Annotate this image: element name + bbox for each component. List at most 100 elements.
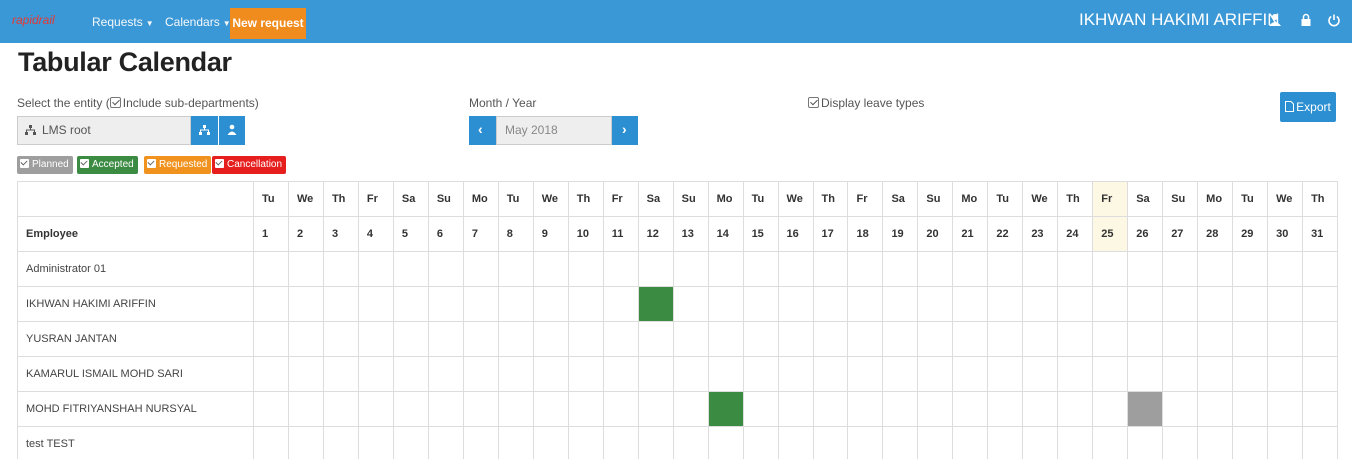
calendar-day-cell[interactable] [1092,426,1129,459]
calendar-day-cell[interactable] [917,356,954,392]
calendar-day-cell[interactable] [462,286,499,322]
calendar-day-cell[interactable] [1302,356,1339,392]
calendar-day-cell[interactable] [917,286,954,322]
calendar-day-cell[interactable] [462,391,499,427]
calendar-day-cell[interactable] [707,426,744,459]
calendar-day-cell[interactable] [847,391,884,427]
entity-field[interactable]: LMS root [17,116,191,145]
calendar-day-cell[interactable] [637,356,674,392]
calendar-day-cell[interactable] [322,321,359,357]
calendar-day-cell[interactable] [357,426,394,459]
calendar-day-cell[interactable] [253,286,289,322]
calendar-day-cell[interactable] [777,286,814,322]
calendar-day-cell[interactable] [742,356,779,392]
calendar-day-cell[interactable] [672,251,709,287]
calendar-day-cell[interactable] [287,391,324,427]
calendar-day-cell[interactable] [777,356,814,392]
calendar-day-cell[interactable] [497,356,534,392]
calendar-day-cell[interactable] [672,321,709,357]
calendar-day-cell[interactable] [427,356,464,392]
calendar-day-cell[interactable] [1162,391,1199,427]
calendar-day-cell[interactable] [672,391,709,427]
calendar-day-cell[interactable] [1022,391,1059,427]
calendar-day-cell[interactable] [253,321,289,357]
calendar-day-cell[interactable] [1092,356,1129,392]
calendar-day-cell[interactable] [1022,321,1059,357]
month-year-input[interactable]: May 2018 [496,116,612,145]
calendar-day-cell[interactable] [1022,356,1059,392]
calendar-day-cell[interactable] [253,356,289,392]
calendar-day-cell[interactable] [1267,426,1304,459]
calendar-day-cell[interactable] [1197,251,1234,287]
calendar-day-cell[interactable] [497,251,534,287]
calendar-day-cell[interactable] [322,286,359,322]
legend-planned[interactable]: Planned [17,156,73,174]
calendar-day-cell[interactable] [567,321,604,357]
calendar-day-cell[interactable] [1232,426,1269,459]
employee-name[interactable]: MOHD FITRIYANSHAH NURSYAL [17,391,254,427]
calendar-day-cell[interactable] [357,286,394,322]
select-employees-button[interactable] [219,116,245,145]
calendar-day-cell[interactable] [253,391,289,427]
calendar-day-cell[interactable] [1267,356,1304,392]
calendar-day-cell[interactable] [427,251,464,287]
lock-icon[interactable] [1299,13,1313,27]
calendar-day-cell[interactable] [1302,286,1339,322]
calendar-day-cell[interactable] [462,426,499,459]
calendar-day-cell[interactable] [882,321,919,357]
calendar-day-cell[interactable] [427,286,464,322]
calendar-day-cell[interactable] [637,426,674,459]
calendar-day-cell[interactable] [602,286,639,322]
user-name[interactable]: IKHWAN HAKIMI ARIFFIN [1079,10,1280,30]
brand-logo[interactable]: rapidrail [12,13,55,27]
calendar-day-cell[interactable] [812,321,849,357]
requests-menu[interactable]: Requests ▼ [92,15,154,29]
calendar-day-cell[interactable] [1232,251,1269,287]
calendar-day-cell[interactable] [427,391,464,427]
calendar-day-cell[interactable] [497,391,534,427]
calendar-day-cell[interactable] [602,426,639,459]
calendar-day-cell[interactable] [532,321,569,357]
calendar-day-cell[interactable] [1057,321,1094,357]
export-button[interactable]: Export [1280,92,1336,122]
calendar-day-cell[interactable] [987,391,1024,427]
user-icon[interactable] [1268,13,1282,27]
leave-cell-planned[interactable] [1127,391,1164,427]
calendar-day-cell[interactable] [1232,356,1269,392]
calendar-day-cell[interactable] [1232,391,1269,427]
calendar-day-cell[interactable] [1197,286,1234,322]
calendar-day-cell[interactable] [322,251,359,287]
calendar-day-cell[interactable] [917,426,954,459]
calendar-day-cell[interactable] [1267,391,1304,427]
calendar-day-cell[interactable] [567,286,604,322]
calendar-day-cell[interactable] [392,391,429,427]
calendar-day-cell[interactable] [987,286,1024,322]
calendar-day-cell[interactable] [322,391,359,427]
calendar-day-cell[interactable] [532,391,569,427]
calendar-day-cell[interactable] [847,251,884,287]
calendar-day-cell[interactable] [1162,286,1199,322]
calendar-day-cell[interactable] [742,321,779,357]
calendar-day-cell[interactable] [847,356,884,392]
calendar-day-cell[interactable] [707,251,744,287]
calendar-day-cell[interactable] [882,251,919,287]
calendar-day-cell[interactable] [812,426,849,459]
display-leave-types-checkbox[interactable] [808,97,819,108]
leave-cell-accepted[interactable] [707,391,744,427]
calendar-day-cell[interactable] [1162,426,1199,459]
calendar-day-cell[interactable] [1197,426,1234,459]
calendar-day-cell[interactable] [987,321,1024,357]
calendar-day-cell[interactable] [1267,321,1304,357]
calendar-day-cell[interactable] [882,391,919,427]
calendar-day-cell[interactable] [462,356,499,392]
calendar-day-cell[interactable] [322,426,359,459]
employee-name[interactable]: IKHWAN HAKIMI ARIFFIN [17,286,254,322]
calendar-day-cell[interactable] [847,321,884,357]
calendar-day-cell[interactable] [287,251,324,287]
calendar-day-cell[interactable] [532,251,569,287]
calendar-day-cell[interactable] [1127,286,1164,322]
calendar-day-cell[interactable] [1162,321,1199,357]
calendar-day-cell[interactable] [742,251,779,287]
calendar-day-cell[interactable] [952,391,989,427]
calendar-day-cell[interactable] [392,251,429,287]
